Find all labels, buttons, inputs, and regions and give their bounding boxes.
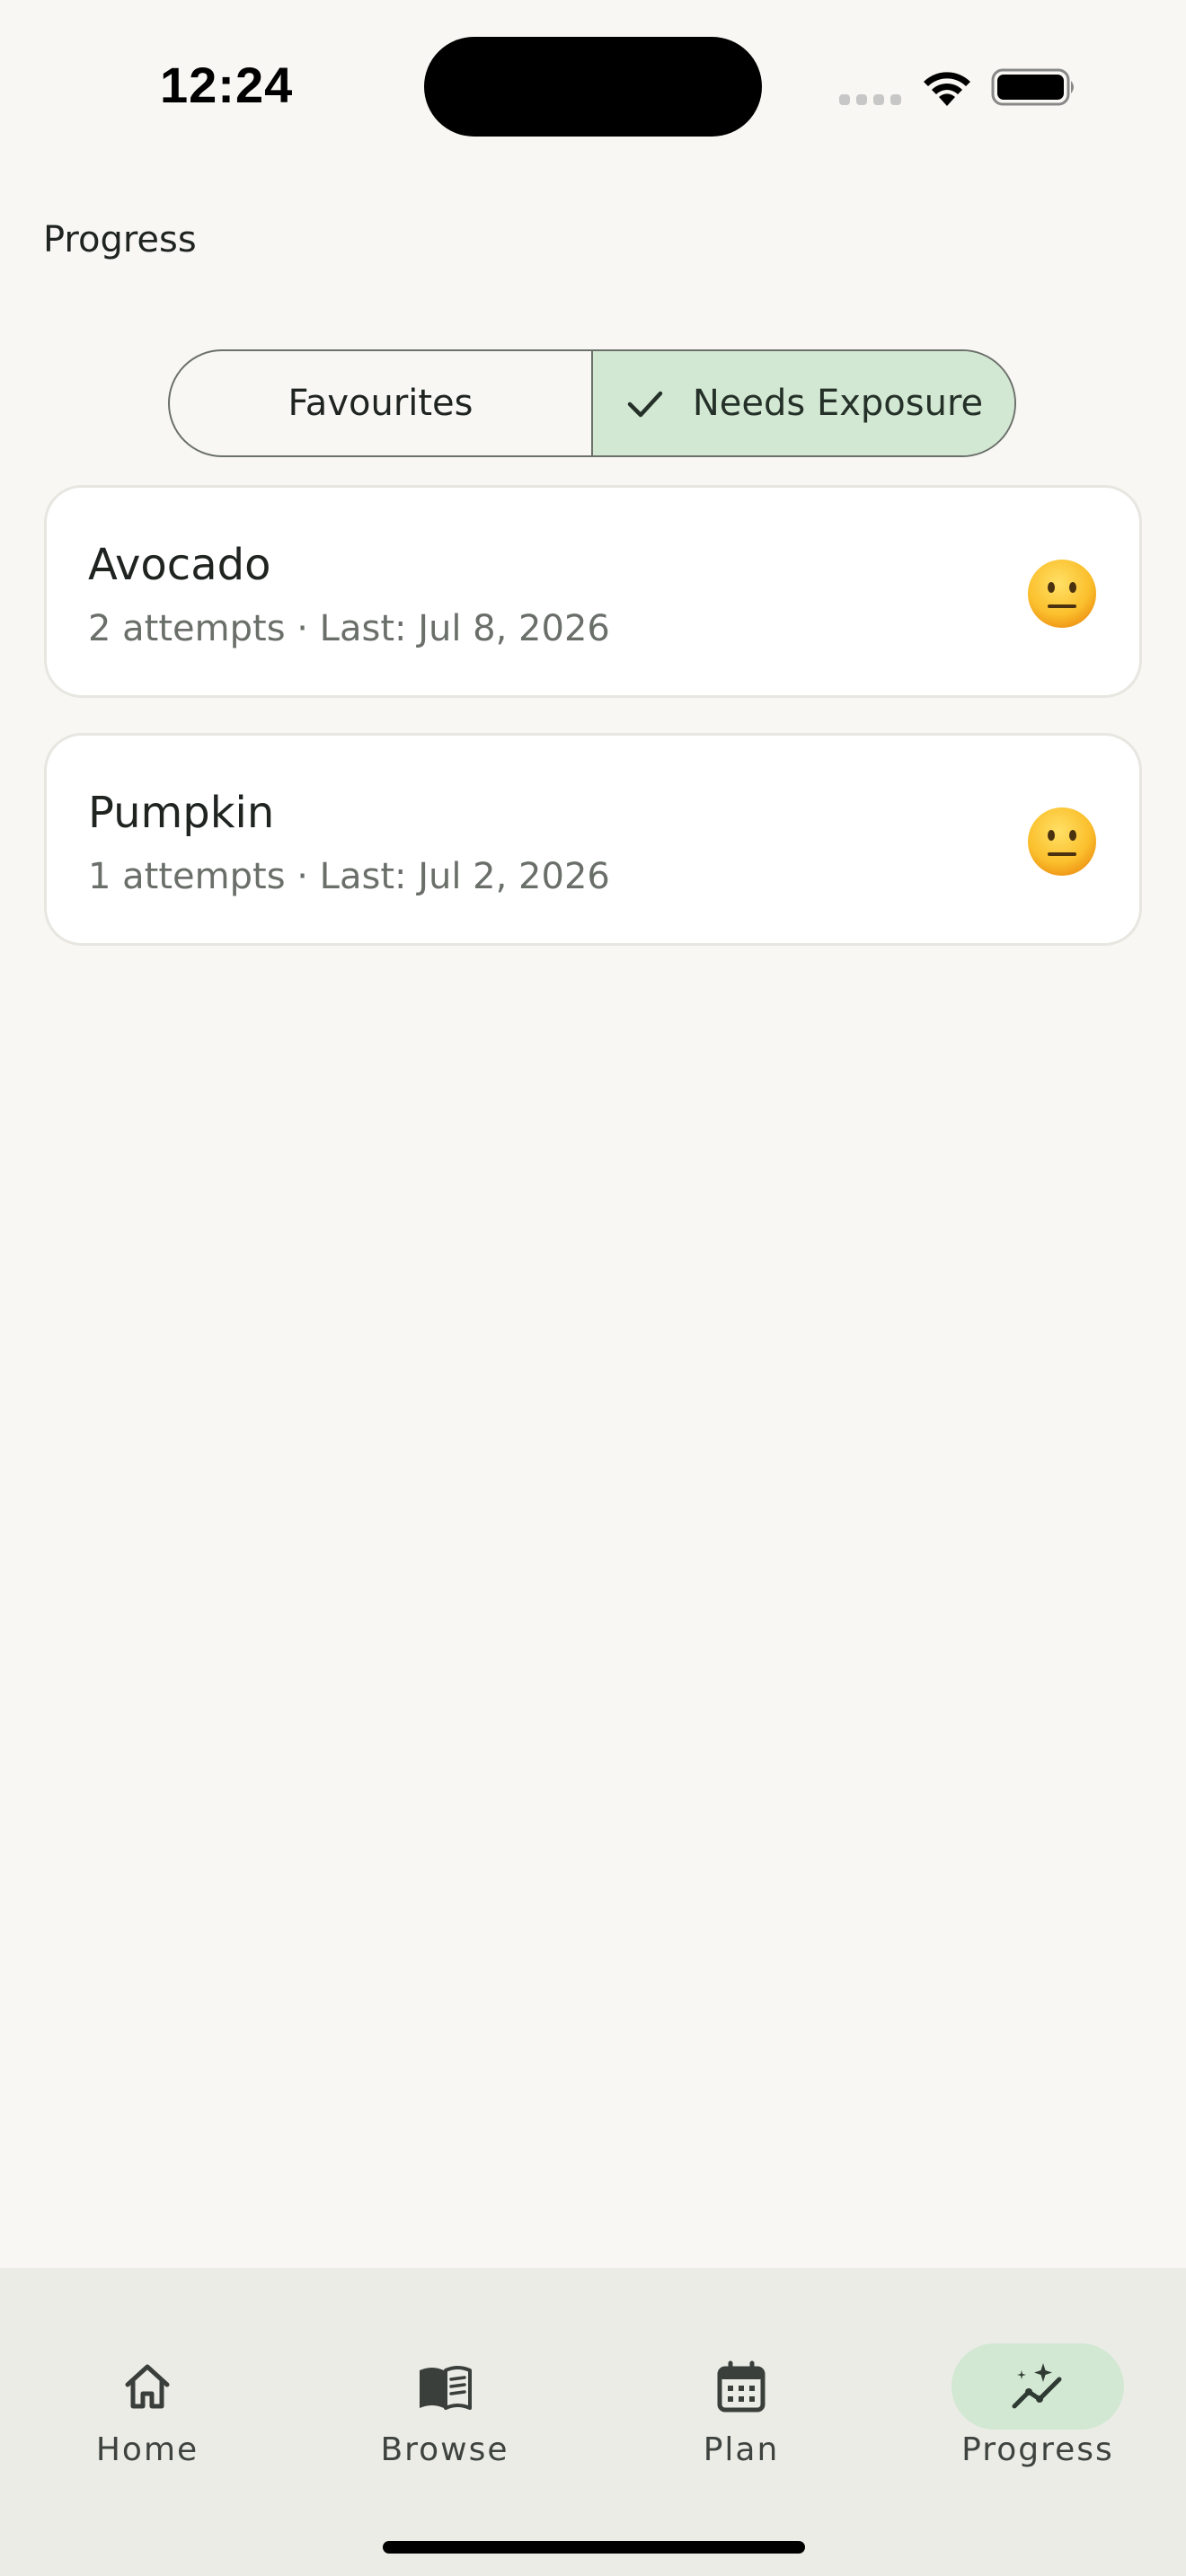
neutral-face-icon [1028, 807, 1096, 876]
wifi-icon [924, 72, 970, 106]
food-attempts-detail: 1 attempts · Last: Jul 2, 2026 [88, 856, 610, 897]
status-time: 12:24 [160, 57, 294, 113]
page-title: Progress [43, 219, 197, 260]
nav-item-home[interactable]: Home [31, 2306, 264, 2468]
nav-item-browse[interactable]: Browse [328, 2306, 562, 2468]
nav-item-progress[interactable]: Progress [921, 2306, 1155, 2468]
nav-label: Home [95, 2431, 199, 2468]
status-bar: 12:24 [0, 0, 1186, 171]
filter-needs-exposure-label: Needs Exposure [692, 383, 984, 424]
cellular-signal-icon [839, 94, 901, 105]
nav-icon-container [951, 2343, 1124, 2430]
food-name: Avocado [88, 540, 271, 590]
home-indicator [383, 2541, 805, 2554]
calendar-icon [717, 2360, 766, 2413]
book-icon [420, 2366, 472, 2410]
nav-icon-container [61, 2343, 234, 2430]
food-card[interactable]: Avocado 2 attempts · Last: Jul 8, 2026 [44, 485, 1142, 698]
dynamic-island [424, 37, 762, 137]
bottom-nav: Home Browse Plan Progress [0, 2268, 1186, 2576]
nav-icon-container [358, 2343, 531, 2430]
battery-icon [991, 68, 1074, 106]
filter-needs-exposure[interactable]: Needs Exposure [591, 351, 1014, 455]
filter-favourites-label: Favourites [288, 383, 474, 424]
neutral-face-icon [1028, 560, 1096, 628]
filter-segmented-control: Favourites Needs Exposure [168, 349, 1016, 457]
food-name: Pumpkin [88, 788, 275, 838]
home-icon [125, 2364, 170, 2409]
filter-favourites[interactable]: Favourites [170, 351, 591, 455]
nav-label: Browse [380, 2431, 509, 2468]
nav-item-plan[interactable]: Plan [624, 2306, 858, 2468]
food-attempts-detail: 2 attempts · Last: Jul 8, 2026 [88, 608, 610, 649]
nav-icon-container [655, 2343, 828, 2430]
nav-label: Progress [961, 2431, 1114, 2468]
trend-sparkle-icon [1012, 2363, 1062, 2409]
check-icon [627, 391, 663, 418]
food-card[interactable]: Pumpkin 1 attempts · Last: Jul 2, 2026 [44, 733, 1142, 946]
nav-label: Plan [703, 2431, 780, 2468]
